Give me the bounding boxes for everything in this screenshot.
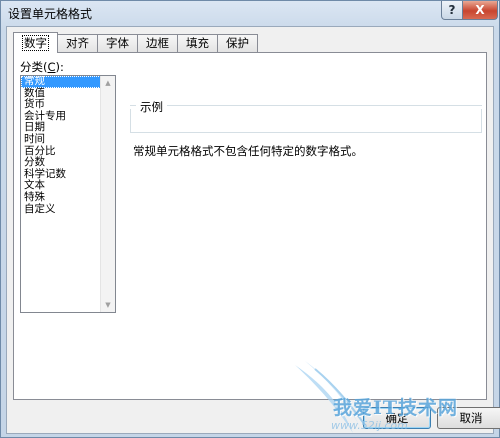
category-item-custom[interactable]: 自定义 xyxy=(21,203,101,216)
category-list[interactable]: 常规 数值 货币 会计专用 日期 时间 百分比 分数 科学记数 文本 特殊 自定… xyxy=(20,75,116,313)
format-cells-dialog: 设置单元格格式 ? X 数字 对齐 字体 边框 填充 保护 分类(C): 常规 … xyxy=(0,0,500,438)
tab-border[interactable]: 边框 xyxy=(137,34,178,52)
watermark-url: www.52ij.com xyxy=(331,419,408,432)
category-item-general[interactable]: 常规 xyxy=(21,76,101,88)
category-list-items: 常规 数值 货币 会计专用 日期 时间 百分比 分数 科学记数 文本 特殊 自定… xyxy=(21,76,101,215)
sample-preview xyxy=(130,109,482,133)
dialog-client-area: 数字 对齐 字体 边框 填充 保护 分类(C): 常规 数值 货币 会计专用 日… xyxy=(6,26,500,434)
format-description: 常规单元格格式不包含任何特定的数字格式。 xyxy=(133,144,363,158)
category-label: 分类(C): xyxy=(20,60,64,74)
help-button[interactable]: ? xyxy=(441,1,463,20)
tab-number-label: 数字 xyxy=(22,35,49,51)
title-bar[interactable]: 设置单元格格式 ? X xyxy=(1,1,499,23)
category-item-time[interactable]: 时间 xyxy=(21,133,101,146)
scroll-down-arrow-icon[interactable]: ▼ xyxy=(102,299,114,311)
tab-strip: 数字 对齐 字体 边框 填充 保护 xyxy=(13,32,258,53)
tab-fill[interactable]: 填充 xyxy=(177,34,218,52)
tab-protection[interactable]: 保护 xyxy=(217,34,258,52)
tab-font[interactable]: 字体 xyxy=(97,34,138,52)
close-button[interactable]: X xyxy=(462,1,498,20)
sample-group-border xyxy=(130,105,482,106)
tab-alignment[interactable]: 对齐 xyxy=(57,34,98,52)
dialog-title: 设置单元格格式 xyxy=(8,7,93,21)
scroll-up-arrow-icon[interactable]: ▲ xyxy=(102,77,114,89)
category-item-special[interactable]: 特殊 xyxy=(21,191,101,204)
category-list-scrollbar[interactable]: ▲ ▼ xyxy=(100,76,115,312)
tab-number[interactable]: 数字 xyxy=(13,32,58,53)
watermark-text: 我爱IT技术网 xyxy=(333,397,459,419)
number-tab-panel: 分类(C): 常规 数值 货币 会计专用 日期 时间 百分比 分数 科学记数 文… xyxy=(13,52,487,400)
category-item-fraction[interactable]: 分数 xyxy=(21,157,101,169)
